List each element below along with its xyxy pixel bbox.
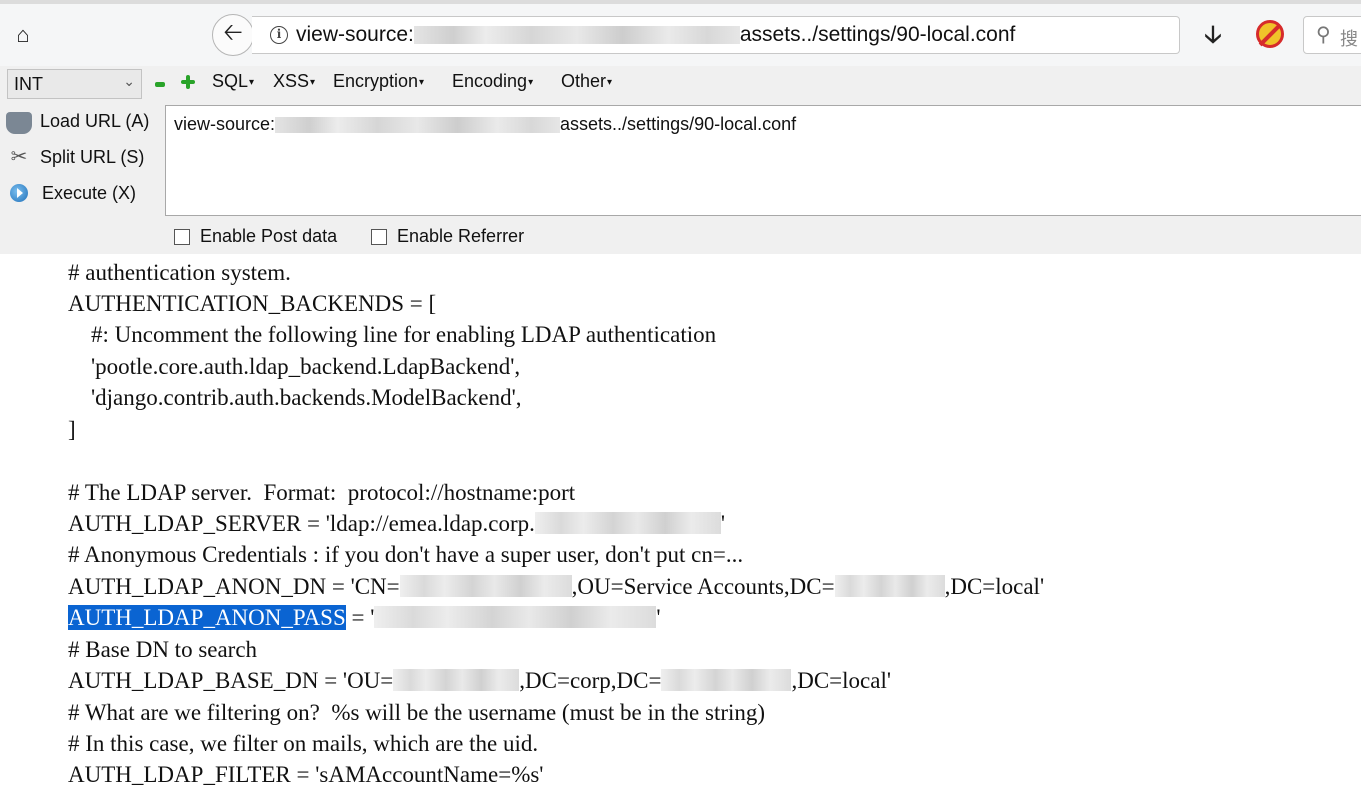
load-url-icon: [6, 112, 32, 134]
source-line: ]: [68, 417, 76, 442]
source-line: AUTH_LDAP_ANON_PASS = ' ': [68, 603, 661, 633]
search-placeholder: 搜: [1340, 29, 1358, 49]
source-fragment: ,DC=local': [791, 668, 891, 693]
redacted-value: [399, 575, 572, 597]
menu-encryption[interactable]: Encryption▾: [333, 71, 424, 92]
load-url-button[interactable]: Load URL (A): [6, 106, 149, 136]
redacted-value: [374, 606, 657, 628]
redacted-value: [393, 669, 520, 691]
selected-text[interactable]: AUTH_LDAP_ANON_PASS: [68, 605, 346, 630]
source-line: # Base DN to search: [68, 637, 258, 662]
enable-referrer-toggle[interactable]: Enable Referrer: [371, 226, 524, 247]
info-icon[interactable]: i: [270, 26, 288, 44]
chevron-down-icon: ⌄: [123, 73, 135, 89]
url-suffix: assets../settings/90-local.conf: [739, 23, 1016, 46]
play-icon: [10, 184, 28, 202]
hackbar-panel: INT ⌄ SQL▾ XSS▾ Encryption▾ Encoding▾ Ot…: [0, 66, 1361, 254]
hackbar-url-prefix: view-source:: [174, 114, 276, 134]
load-url-label: Load URL (A): [40, 110, 150, 131]
split-url-label: Split URL (S): [40, 146, 145, 167]
source-fragment: AUTH_LDAP_BASE_DN = 'OU=: [68, 668, 394, 693]
menu-xss[interactable]: XSS▾: [273, 71, 315, 92]
redacted-value: [661, 669, 792, 691]
source-line: # What are we filtering on? %s will be t…: [68, 700, 766, 725]
source-fragment: AUTH_LDAP_SERVER = 'ldap://emea.ldap.cor…: [68, 511, 535, 536]
url-prefix: view-source:: [296, 23, 414, 46]
caret-icon: ▾: [249, 76, 255, 88]
source-fragment: ': [720, 511, 726, 536]
source-fragment: ,OU=Service Accounts,DC=: [571, 574, 835, 599]
caret-icon: ▾: [528, 76, 534, 88]
enable-referrer-checkbox[interactable]: [371, 228, 387, 245]
redacted-value: [534, 512, 721, 534]
enable-post-toggle[interactable]: Enable Post data: [174, 226, 337, 247]
arrow-left-icon: 🡠: [223, 18, 243, 46]
source-line: 'django.contrib.auth.backends.ModelBacke…: [68, 385, 522, 410]
caret-icon: ▾: [607, 76, 613, 88]
source-line: AUTH_LDAP_BASE_DN = 'OU= ,DC=corp,DC= ,DC=…: [68, 666, 891, 696]
back-button[interactable]: 🡠: [212, 14, 254, 56]
browser-navbar: ⌂ 🡠 i view-source: assets../settings/90-l…: [0, 0, 1361, 66]
menu-encoding[interactable]: Encoding▾: [452, 71, 533, 92]
enable-post-checkbox[interactable]: [174, 228, 190, 245]
menu-other-label: Other: [561, 71, 607, 91]
address-text[interactable]: view-source: assets../settings/90-local.c…: [296, 23, 1015, 47]
menu-sql-label: SQL: [212, 71, 249, 91]
redacted-value: [834, 575, 945, 597]
minus-icon[interactable]: [155, 82, 165, 87]
redacted-host: [413, 26, 740, 45]
hackbar-url-text[interactable]: view-source: assets../settings/90-local.c…: [174, 114, 796, 135]
int-select[interactable]: INT ⌄: [7, 69, 142, 99]
blocker-icon[interactable]: [1256, 20, 1284, 48]
download-icon[interactable]: 🡣: [1198, 20, 1228, 50]
execute-button[interactable]: Execute (X): [6, 178, 136, 208]
menu-sql[interactable]: SQL▾: [212, 71, 254, 92]
source-line: 'pootle.core.auth.ldap_backend.LdapBacke…: [68, 354, 521, 379]
search-icon: ⚲: [1316, 24, 1331, 46]
source-line: AUTH_LDAP_ANON_DN = 'CN= ,OU=Service Acco…: [68, 572, 1044, 602]
source-line: #: Uncomment the following line for enab…: [68, 322, 717, 347]
execute-label: Execute (X): [42, 182, 137, 203]
source-fragment: AUTH_LDAP_ANON_DN = 'CN=: [68, 574, 400, 599]
home-icon[interactable]: ⌂: [6, 20, 40, 50]
page-source: # authentication system. AUTHENTICATION_…: [68, 258, 1358, 798]
redacted-host: [275, 117, 561, 134]
caret-icon: ▾: [310, 76, 316, 88]
split-url-button[interactable]: ✂ Split URL (S): [6, 142, 145, 172]
source-line: AUTHENTICATION_BACKENDS = [: [68, 291, 437, 316]
enable-referrer-label: Enable Referrer: [397, 226, 525, 246]
enable-post-label: Enable Post data: [200, 226, 338, 246]
source-line: # The LDAP server. Format: protocol://ho…: [68, 480, 576, 505]
source-fragment: ,DC=corp,DC=: [519, 668, 662, 693]
hackbar-url-textarea[interactable]: view-source: assets../settings/90-local.c…: [165, 105, 1361, 216]
address-bar[interactable]: i view-source: assets../settings/90-local…: [252, 16, 1180, 54]
source-line: AUTH_LDAP_SERVER = 'ldap://emea.ldap.cor…: [68, 509, 725, 539]
tab-strip-edge: [0, 0, 1361, 4]
search-box[interactable]: ⚲ 搜: [1303, 16, 1361, 54]
plus-icon[interactable]: [181, 75, 195, 89]
source-fragment: ,DC=local': [944, 574, 1045, 599]
source-line: # In this case, we filter on mails, whic…: [68, 731, 539, 756]
menu-other[interactable]: Other▾: [561, 71, 612, 92]
caret-icon: ▾: [419, 76, 425, 88]
menu-encryption-label: Encryption: [333, 71, 419, 91]
source-fragment: = ': [345, 605, 375, 630]
source-line: # authentication system.: [68, 260, 291, 285]
source-fragment: ': [656, 605, 661, 630]
menu-xss-label: XSS: [273, 71, 310, 91]
hackbar-url-suffix: assets../settings/90-local.conf: [560, 114, 797, 134]
int-select-value: INT: [14, 74, 43, 94]
source-line: AUTH_LDAP_FILTER = 'sAMAccountName=%s': [68, 762, 544, 787]
source-line: # Anonymous Credentials : if you don't h…: [68, 542, 744, 567]
scissors-icon: ✂: [10, 146, 28, 168]
menu-encoding-label: Encoding: [452, 71, 528, 91]
